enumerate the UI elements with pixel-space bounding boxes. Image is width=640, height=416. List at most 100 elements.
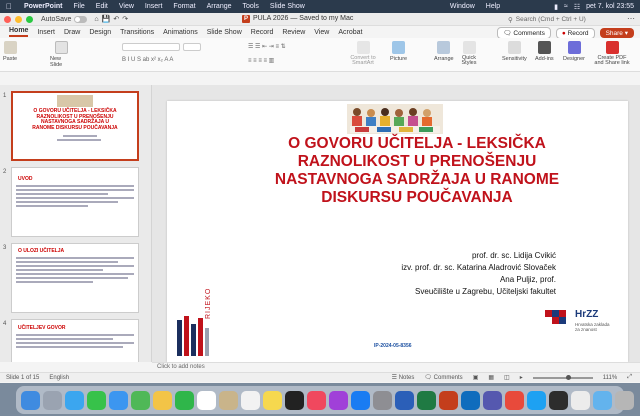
designer-button[interactable]: Designer (563, 41, 585, 62)
outlook-icon[interactable] (461, 390, 480, 410)
zoom-app-icon[interactable] (527, 390, 546, 410)
notes-pane[interactable]: Click to add notes (152, 362, 640, 372)
photos-icon[interactable] (153, 390, 172, 410)
zoom-level[interactable]: 111% (603, 375, 617, 381)
battery-icon[interactable]: ▮ (554, 3, 558, 11)
arrange-button[interactable]: Arrange (434, 41, 454, 62)
close-window-button[interactable] (4, 15, 11, 23)
menu-arrange[interactable]: Arrange (207, 3, 232, 10)
notes-toggle[interactable]: ☰ Notes (392, 374, 415, 381)
downloads-icon[interactable] (593, 390, 612, 410)
preview-icon[interactable] (571, 390, 590, 410)
project-id[interactable]: IP-2024-05-8356 (374, 343, 412, 349)
maps-icon[interactable] (131, 390, 150, 410)
menu-app-name[interactable]: PowerPoint (24, 3, 63, 10)
tab-insert[interactable]: Insert (37, 29, 55, 36)
zoom-window-button[interactable] (26, 15, 33, 23)
slide-editor[interactable]: O GOVORU UČITELJA - LEKSIČKA RAZNOLIKOST… (152, 85, 640, 362)
minimize-window-button[interactable] (15, 15, 22, 23)
trash-icon[interactable] (615, 390, 634, 410)
teams-icon[interactable] (483, 390, 502, 410)
menu-view[interactable]: View (119, 3, 134, 10)
home-icon[interactable]: ⌂ (94, 16, 98, 23)
podcasts-icon[interactable] (329, 390, 348, 410)
author-line-4[interactable]: Sveučilište u Zagrebu, Učiteljski fakult… (415, 287, 556, 296)
appletv-icon[interactable] (285, 390, 304, 410)
menu-slide-show[interactable]: Slide Show (270, 3, 305, 10)
facetime-icon[interactable] (175, 390, 194, 410)
slide-canvas[interactable]: O GOVORU UČITELJA - LEKSIČKA RAZNOLIKOST… (167, 101, 628, 362)
author-line-2[interactable]: izv. prof. dr. sc. Katarina Aladrović Sl… (401, 263, 556, 272)
apple-icon[interactable]:  (6, 2, 16, 11)
tab-record[interactable]: Record (251, 29, 274, 36)
font-format-row[interactable]: B I U S ab x² x₂ A A (122, 57, 217, 65)
excel-icon[interactable] (417, 390, 436, 410)
menu-insert[interactable]: Insert (145, 3, 163, 10)
slide-title[interactable]: O GOVORU UČITELJA - LEKSIČKA RAZNOLIKOST… (257, 135, 577, 207)
control-center-icon[interactable]: ☷ (574, 3, 580, 11)
settings-icon[interactable] (373, 390, 392, 410)
messages-icon[interactable] (87, 390, 106, 410)
menu-tools[interactable]: Tools (243, 3, 259, 10)
menu-file[interactable]: File (74, 3, 85, 10)
alignment-row[interactable]: ≡ ≡ ≡ ≡ ▥ (248, 57, 318, 65)
slide-sorter-icon[interactable]: ▦ (488, 374, 494, 381)
font-size-dropdown[interactable] (183, 43, 201, 51)
tab-design[interactable]: Design (89, 29, 111, 36)
music-icon[interactable] (307, 390, 326, 410)
slide-thumbnail-2[interactable]: UVOD (11, 167, 139, 237)
font-name-dropdown[interactable] (122, 43, 180, 51)
normal-view-icon[interactable]: ▣ (473, 374, 479, 381)
menu-edit[interactable]: Edit (96, 3, 108, 10)
launchpad-icon[interactable] (43, 390, 62, 410)
slideshow-icon[interactable]: ▸ (520, 374, 523, 381)
terminal-icon[interactable] (549, 390, 568, 410)
paste-button[interactable]: Paste (3, 41, 17, 62)
tab-review[interactable]: Review (282, 29, 305, 36)
new-slide-button[interactable]: New Slide (50, 41, 72, 68)
addins-button[interactable]: Add-ins (535, 41, 554, 62)
mail-icon[interactable] (109, 390, 128, 410)
search-box[interactable]: ⚲ Search (Cmd + Ctrl + U) (508, 15, 616, 24)
contacts-icon[interactable] (219, 390, 238, 410)
menu-window[interactable]: Window (450, 3, 475, 10)
tab-slide-show[interactable]: Slide Show (207, 29, 242, 36)
tab-transitions[interactable]: Transitions (120, 29, 154, 36)
paragraph-format-row[interactable]: ☰ ☰ ⇤ ⇥ ≡ ⇅ (248, 43, 318, 51)
fit-slide-icon[interactable]: ⤢ (627, 374, 632, 381)
acrobat-dock-icon[interactable] (505, 390, 524, 410)
create-pdf-button[interactable]: Create PDF and Share link (594, 41, 630, 66)
slide-thumbnail-4[interactable]: UČITELJEV GOVOR (11, 319, 139, 362)
sensitivity-button[interactable]: Sensitivity (502, 41, 527, 62)
wifi-icon[interactable]: ≈ (564, 3, 568, 10)
slide-thumbnail-3[interactable]: O ULOZI UČITELJA (11, 243, 139, 313)
comments-toggle[interactable]: 🗨 Comments (424, 374, 462, 381)
word-icon[interactable] (395, 390, 414, 410)
save-icon[interactable]: 💾 (102, 15, 111, 23)
language-indicator[interactable]: English (49, 375, 69, 381)
autosave-toggle[interactable] (74, 15, 88, 23)
appstore-icon[interactable] (351, 390, 370, 410)
author-line-1[interactable]: prof. dr. sc. Lidija Cvikić (472, 251, 556, 260)
menu-help[interactable]: Help (486, 3, 500, 10)
safari-icon[interactable] (65, 390, 84, 410)
finder-icon[interactable] (21, 390, 40, 410)
convert-smartart-button[interactable]: Convert to SmartArt (348, 41, 378, 66)
calendar-icon[interactable] (197, 390, 216, 410)
quick-styles-button[interactable]: Quick Styles (458, 41, 480, 66)
tab-view[interactable]: View (314, 29, 329, 36)
notes-app-icon[interactable] (263, 390, 282, 410)
clock[interactable]: pet 7. kol 23:55 (586, 3, 634, 10)
tab-home[interactable]: Home (9, 27, 29, 37)
slide-thumbnails-panel[interactable]: 1 O GOVORU UČITELJA - LEKSIČKA RAZNOLIKO… (0, 85, 152, 362)
autosave-control[interactable]: AutoSave ⌂ 💾 ↶ ↷ (41, 15, 128, 23)
menu-format[interactable]: Format (173, 3, 195, 10)
tab-acrobat[interactable]: Acrobat (338, 29, 362, 36)
zoom-slider-thumb[interactable] (565, 374, 571, 380)
reminders-icon[interactable] (241, 390, 260, 410)
tab-animations[interactable]: Animations (163, 29, 198, 36)
record-button[interactable]: ● Record (555, 27, 595, 39)
zoom-slider[interactable] (532, 374, 593, 380)
reading-view-icon[interactable]: ◫ (504, 374, 510, 381)
more-options-icon[interactable]: ⋯ (627, 14, 635, 23)
